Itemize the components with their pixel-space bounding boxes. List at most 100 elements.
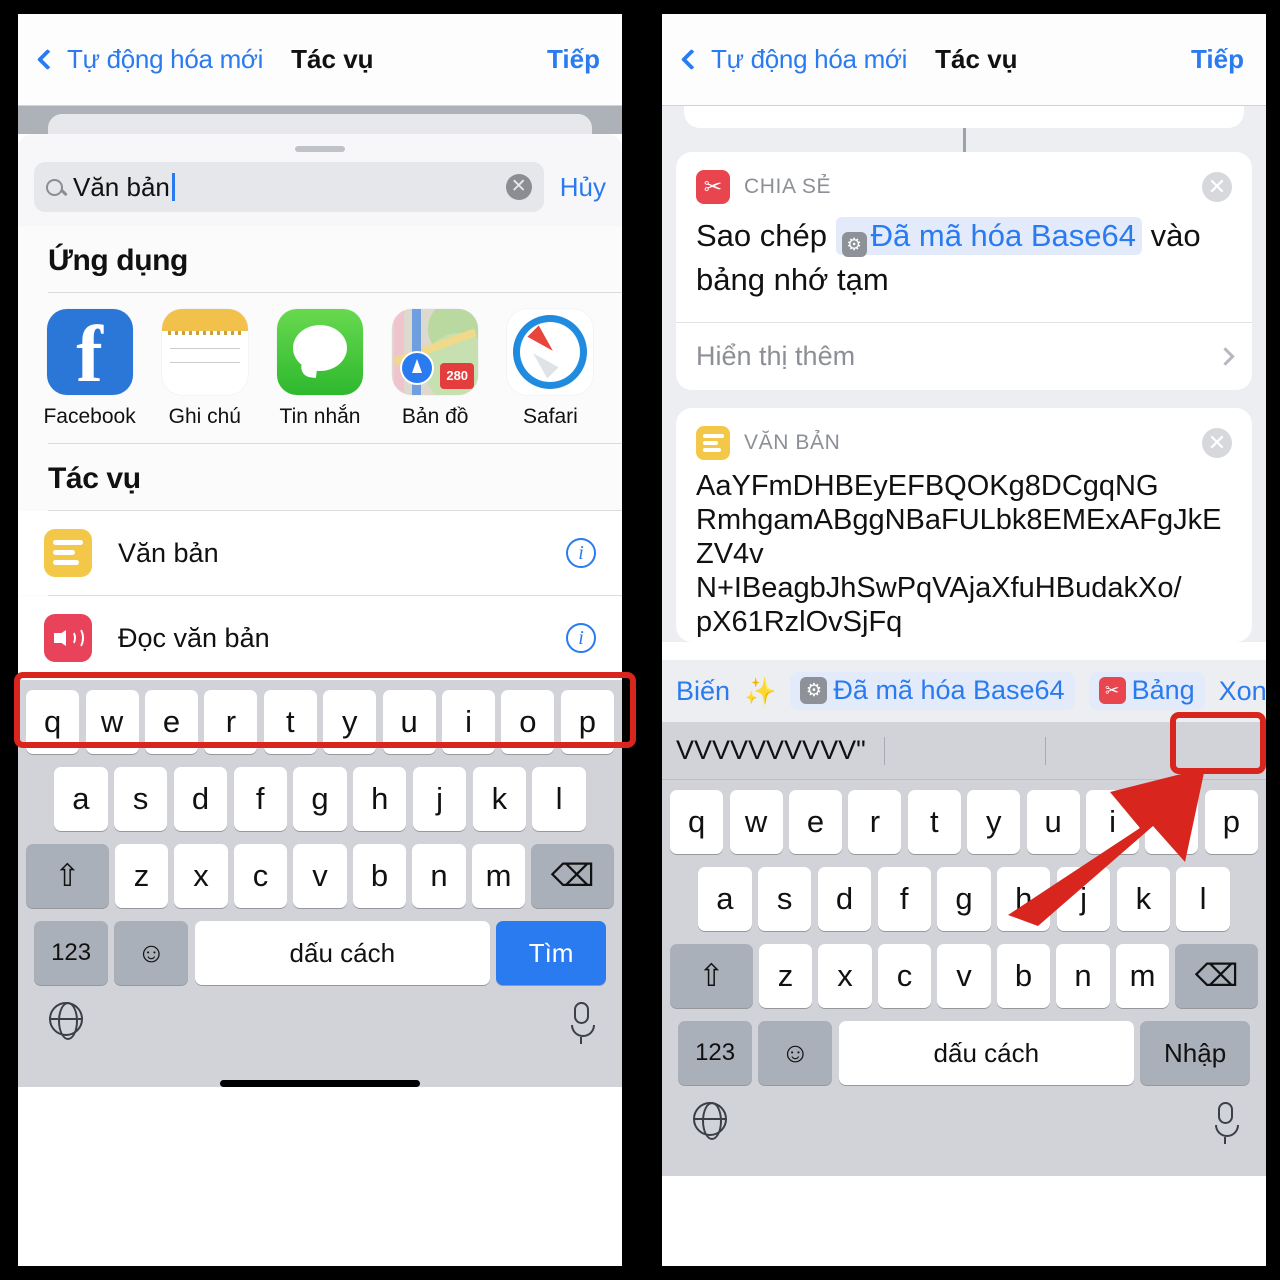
action-row-speak-text[interactable]: Đọc văn bản i (18, 596, 622, 680)
key-p[interactable]: p (560, 690, 614, 754)
close-icon[interactable]: ✕ (1202, 172, 1232, 202)
key-o[interactable]: o (1145, 790, 1199, 855)
globe-icon[interactable] (48, 1001, 83, 1040)
base64-text-field[interactable]: AaYFmDHBEyEFBQOKg8DCgqNG RmhgamABggNBaFU… (676, 466, 1252, 642)
key-c[interactable]: c (877, 944, 932, 1009)
base64-chip[interactable]: ⚙ Đã mã hóa Base64 (790, 672, 1075, 711)
app-item-safari[interactable]: Safari (493, 309, 608, 429)
key-x[interactable]: x (818, 944, 872, 1009)
key-y[interactable]: y (323, 690, 377, 754)
space-key[interactable]: dấu cách (838, 1021, 1135, 1086)
show-more-row[interactable]: Hiển thị thêm (676, 322, 1252, 390)
base64-variable-token[interactable]: ⚙ Đã mã hóa Base64 (835, 217, 1143, 257)
share-action-card[interactable]: ✂ CHIA SẺ ✕ Sao chép ⚙ Đã mã hóa Base64 v… (676, 152, 1252, 391)
key-m[interactable]: m (1115, 944, 1170, 1009)
key-m[interactable]: m (471, 844, 526, 908)
emoji-key-icon[interactable]: ☺ (758, 1021, 833, 1086)
key-d[interactable]: d (173, 767, 228, 831)
key-y[interactable]: y (967, 790, 1021, 855)
key-n[interactable]: n (1056, 944, 1110, 1009)
variables-label[interactable]: Biến (676, 676, 730, 707)
key-v[interactable]: v (293, 844, 347, 908)
back-button[interactable]: Tự động hóa mới (36, 44, 263, 75)
app-item-maps[interactable]: 280 Bản đồ (378, 309, 493, 429)
key-j[interactable]: j (1056, 867, 1111, 932)
app-item-notes[interactable]: Ghi chú (147, 309, 262, 429)
key-x[interactable]: x (174, 844, 228, 908)
key-h[interactable]: h (997, 867, 1051, 932)
next-button[interactable]: Tiếp (1191, 44, 1244, 75)
action-row-text[interactable]: Văn bản i (18, 511, 622, 595)
key-i[interactable]: i (1086, 790, 1140, 855)
key-c[interactable]: c (233, 844, 288, 908)
key-q[interactable]: q (670, 790, 724, 855)
key-h[interactable]: h (353, 767, 407, 831)
text-action-card[interactable]: VĂN BẢN ✕ AaYFmDHBEyEFBQOKg8DCgqNG Rmhga… (676, 408, 1252, 643)
info-icon[interactable]: i (566, 623, 596, 653)
key-a[interactable]: a (54, 767, 108, 831)
key-u[interactable]: u (382, 690, 436, 754)
cancel-button[interactable]: Hủy (560, 172, 606, 203)
clear-icon[interactable]: ✕ (505, 174, 532, 200)
app-item-facebook[interactable]: Facebook (32, 309, 147, 429)
key-p[interactable]: p (1204, 790, 1258, 855)
key-z[interactable]: z (114, 844, 169, 908)
key-r[interactable]: r (204, 690, 258, 754)
info-icon[interactable]: i (566, 538, 596, 568)
key-b[interactable]: b (352, 844, 407, 908)
key-s[interactable]: s (757, 867, 812, 932)
key-k[interactable]: k (472, 767, 527, 831)
done-button[interactable]: Xong (1219, 676, 1266, 707)
key-w[interactable]: w (85, 690, 139, 754)
key-s[interactable]: s (113, 767, 168, 831)
key-l[interactable]: l (532, 767, 586, 831)
sheet-grabber[interactable] (295, 146, 345, 152)
back-button[interactable]: Tự động hóa mới (680, 44, 907, 75)
search-key[interactable]: Tìm (496, 921, 606, 985)
chevron-right-icon (1216, 347, 1235, 366)
magic-wand-icon[interactable]: ✨ (744, 676, 776, 707)
key-f[interactable]: f (877, 867, 931, 932)
key-a[interactable]: a (698, 867, 752, 932)
app-item-messages[interactable]: Tin nhắn (262, 309, 377, 429)
key-r[interactable]: r (848, 790, 902, 855)
key-q[interactable]: q (26, 690, 80, 754)
search-input[interactable]: Văn bản ✕ (34, 162, 544, 212)
suggestion-text[interactable]: VVVVVVVVVV" (676, 735, 866, 766)
key-b[interactable]: b (996, 944, 1051, 1009)
key-l[interactable]: l (1176, 867, 1230, 932)
key-t[interactable]: t (907, 790, 961, 855)
key-j[interactable]: j (412, 767, 467, 831)
key-z[interactable]: z (758, 944, 813, 1009)
key-k[interactable]: k (1116, 867, 1171, 932)
emoji-key-icon[interactable]: ☺ (114, 921, 189, 985)
close-icon[interactable]: ✕ (1202, 428, 1232, 459)
backspace-key-icon[interactable]: ⌫ (1175, 944, 1258, 1009)
microphone-icon[interactable] (1215, 1102, 1239, 1145)
key-t[interactable]: t (263, 690, 317, 754)
key-n[interactable]: n (412, 844, 466, 908)
next-button[interactable]: Tiếp (547, 44, 600, 75)
key-v[interactable]: v (937, 944, 991, 1009)
microphone-icon[interactable] (571, 1002, 595, 1044)
numbers-key[interactable]: 123 (678, 1021, 753, 1086)
key-o[interactable]: o (501, 690, 555, 754)
key-e[interactable]: e (144, 690, 198, 754)
clipboard-chip[interactable]: ✂ Bảng (1088, 672, 1205, 711)
space-key[interactable]: dấu cách (194, 921, 491, 985)
numbers-key[interactable]: 123 (34, 921, 109, 985)
shift-key-icon[interactable]: ⇧ (670, 944, 753, 1009)
key-g[interactable]: g (293, 767, 347, 831)
key-u[interactable]: u (1026, 790, 1080, 855)
key-f[interactable]: f (233, 767, 287, 831)
shift-key-icon[interactable]: ⇧ (26, 844, 109, 908)
key-w[interactable]: w (729, 790, 783, 855)
key-d[interactable]: d (817, 867, 872, 932)
backspace-key-icon[interactable]: ⌫ (531, 844, 614, 908)
globe-icon[interactable] (692, 1101, 727, 1140)
key-g[interactable]: g (937, 867, 991, 932)
key-i[interactable]: i (442, 690, 496, 754)
maps-icon: 280 (392, 309, 479, 395)
key-e[interactable]: e (788, 790, 842, 855)
return-key[interactable]: Nhập (1140, 1021, 1250, 1086)
